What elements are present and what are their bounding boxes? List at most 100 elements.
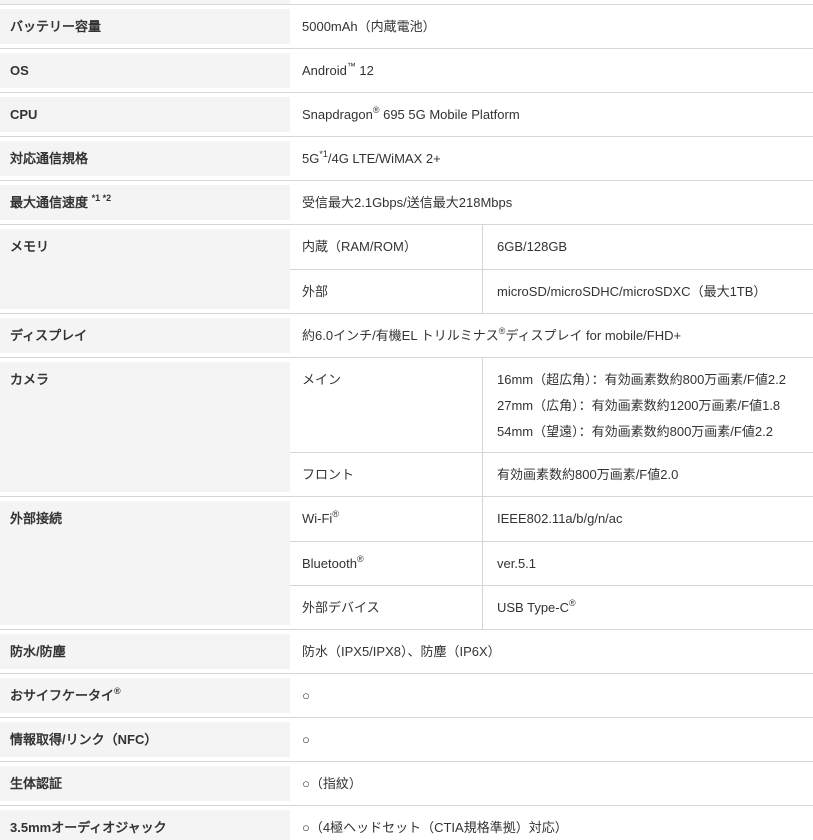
text-segment: おサイフケータイ <box>10 688 114 703</box>
subrow-label: 内蔵（RAM/ROM） <box>290 225 482 269</box>
text-segment: 生体認証 <box>10 776 62 791</box>
subrow-label: 外部デバイス <box>290 586 482 629</box>
row-label: メモリ <box>0 229 290 309</box>
row-label: 対応通信規格 <box>0 141 290 176</box>
subrow-label: メイン <box>290 358 482 452</box>
text-segment: ver.5.1 <box>497 556 536 571</box>
spec-row-network-standards: 対応通信規格 5G*1/4G LTE/WiMAX 2+ <box>0 136 813 180</box>
value-line: Snapdragon® 695 5G Mobile Platform <box>302 106 803 123</box>
subrow-value: microSD/microSDHC/microSDXC（最大1TB） <box>482 270 813 313</box>
value-line: 防水（IPX5/IPX8）、防塵（IP6X） <box>302 643 803 660</box>
row-value: Android™ 12 <box>290 49 813 92</box>
subrow-value: USB Type-C® <box>482 586 813 629</box>
superscript-mark: ® <box>332 509 339 519</box>
spec-row-os: OSAndroid™ 12 <box>0 48 813 92</box>
superscript-mark: ™ <box>347 61 356 71</box>
text-segment: 外部デバイス <box>302 600 380 615</box>
subrows-group: Wi-Fi®IEEE802.11a/b/g/n/acBluetooth®ver.… <box>290 497 813 629</box>
text-segment: 外部 <box>302 284 328 299</box>
row-label: ディスプレイ <box>0 318 290 353</box>
spec-table-rows: バッテリー容量5000mAh（内蔵電池）OSAndroid™ 12CPUSnap… <box>0 4 813 840</box>
text-segment: ○ <box>302 688 310 703</box>
row-value: 5G*1/4G LTE/WiMAX 2+ <box>290 137 813 180</box>
text-segment: 約6.0インチ/有機EL トリルミナス <box>302 328 499 343</box>
row-label-cell: 生体認証 <box>0 762 290 805</box>
spec-subrow: フロント 有効画素数約800万画素/F値2.0 <box>290 452 813 496</box>
text-segment: ○（指紋） <box>302 776 362 791</box>
text-segment: 5000mAh（内蔵電池） <box>302 19 436 34</box>
subrow-label: フロント <box>290 453 482 496</box>
value-line: 有効画素数約800万画素/F値2.0 <box>497 466 803 483</box>
value-line: USB Type-C® <box>497 599 803 616</box>
value-line: 27mm（広角）：有効画素数約1200万画素/F値1.8 <box>497 397 803 414</box>
row-label-cell: 3.5mmオーディオジャック <box>0 806 290 840</box>
text-segment: フロント <box>302 467 354 482</box>
text-segment: ディスプレイ <box>10 328 87 343</box>
value-line: microSD/microSDHC/microSDXC（最大1TB） <box>497 283 803 300</box>
spec-subrow: Wi-Fi®IEEE802.11a/b/g/n/ac <box>290 497 813 541</box>
text-segment: 27mm（広角）：有効画素数約1200万画素/F値1.8 <box>497 398 780 413</box>
value-line: ○ <box>302 731 803 748</box>
subrow-label: Wi-Fi® <box>290 497 482 541</box>
text-segment: 6GB/128GB <box>497 239 567 254</box>
row-value: 受信最大2.1Gbps/送信最大218Mbps <box>290 181 813 224</box>
text-segment: Android <box>302 63 347 78</box>
text-segment: 695 5G Mobile Platform <box>379 107 519 122</box>
text-segment: メモリ <box>10 239 49 254</box>
row-label-cell: おサイフケータイ® <box>0 674 290 717</box>
row-label: 3.5mmオーディオジャック <box>0 810 290 840</box>
row-label: 防水/防塵 <box>0 634 290 669</box>
row-label-cell: メモリ <box>0 225 290 313</box>
row-label-cell: OS <box>0 49 290 92</box>
text-segment: 16mm（超広角）：有効画素数約800万画素/F値2.2 <box>497 372 786 387</box>
text-segment: バッテリー容量 <box>10 19 101 34</box>
value-line: ○（指紋） <box>302 775 803 792</box>
value-line: ver.5.1 <box>497 555 803 572</box>
text-segment: ○ <box>302 732 310 747</box>
row-label-cell: 防水/防塵 <box>0 630 290 673</box>
row-label: おサイフケータイ® <box>0 678 290 713</box>
text-segment: Bluetooth <box>302 556 357 571</box>
row-label: 最大通信速度 *1 *2 <box>0 185 290 220</box>
text-segment: カメラ <box>10 372 49 387</box>
subrow-value: 16mm（超広角）：有効画素数約800万画素/F値2.2 27mm（広角）：有効画… <box>482 358 813 452</box>
subrow-label: 外部 <box>290 270 482 313</box>
text-segment: 5G <box>302 151 319 166</box>
row-label-cell: ディスプレイ <box>0 314 290 357</box>
spec-subrow: 外部デバイス USB Type-C® <box>290 585 813 629</box>
row-value: Snapdragon® 695 5G Mobile Platform <box>290 93 813 136</box>
text-segment: 54mm（望遠）：有効画素数約800万画素/F値2.2 <box>497 424 773 439</box>
text-segment: 3.5mmオーディオジャック <box>10 820 167 835</box>
text-segment: 12 <box>356 63 374 78</box>
superscript-mark: *1 <box>319 149 328 159</box>
subrow-label: Bluetooth® <box>290 542 482 585</box>
value-line: 6GB/128GB <box>497 238 803 255</box>
spec-row-audio-jack: 3.5mmオーディオジャック ○（4極ヘッドセット（CTIA規格準拠）対応） <box>0 805 813 840</box>
text-segment: 有効画素数約800万画素/F値2.0 <box>497 467 678 482</box>
spec-row-max-speed: 最大通信速度 *1 *2受信最大2.1Gbps/送信最大218Mbps <box>0 180 813 224</box>
subrow-value: 6GB/128GB <box>482 225 813 269</box>
spec-row-battery: バッテリー容量 5000mAh（内蔵電池） <box>0 4 813 48</box>
spec-row-nfc: 情報取得/リンク（NFC） ○ <box>0 717 813 761</box>
spec-row-external-connectivity: 外部接続Wi-Fi®IEEE802.11a/b/g/n/acBluetooth®… <box>0 496 813 629</box>
value-line: 16mm（超広角）：有効画素数約800万画素/F値2.2 <box>497 371 803 388</box>
row-value: 約6.0インチ/有機EL トリルミナス®ディスプレイ for mobile/FH… <box>290 314 813 357</box>
value-line: ○（4極ヘッドセット（CTIA規格準拠）対応） <box>302 819 803 836</box>
text-segment: CPU <box>10 107 37 122</box>
text-segment: microSD/microSDHC/microSDXC（最大1TB） <box>497 284 766 299</box>
row-label-cell: 情報取得/リンク（NFC） <box>0 718 290 761</box>
text-segment: ディスプレイ for mobile/FHD+ <box>505 328 681 343</box>
value-line: 約6.0インチ/有機EL トリルミナス®ディスプレイ for mobile/FH… <box>302 327 803 344</box>
text-segment: メイン <box>302 372 341 387</box>
superscript-mark: ® <box>357 554 364 564</box>
row-value: 5000mAh（内蔵電池） <box>290 5 813 48</box>
text-segment: Wi-Fi <box>302 511 332 526</box>
spec-row-water-dust-resistance: 防水/防塵防水（IPX5/IPX8）、防塵（IP6X） <box>0 629 813 673</box>
row-label: 外部接続 <box>0 501 290 625</box>
row-value: ○ <box>290 674 813 717</box>
text-segment: 最大通信速度 <box>10 195 92 210</box>
text-segment: 対応通信規格 <box>10 151 88 166</box>
subrows-group: 内蔵（RAM/ROM） 6GB/128GB 外部 microSD/microSDHC/… <box>290 225 813 313</box>
spec-row-biometric-auth: 生体認証 ○（指紋） <box>0 761 813 805</box>
text-segment: Snapdragon <box>302 107 373 122</box>
